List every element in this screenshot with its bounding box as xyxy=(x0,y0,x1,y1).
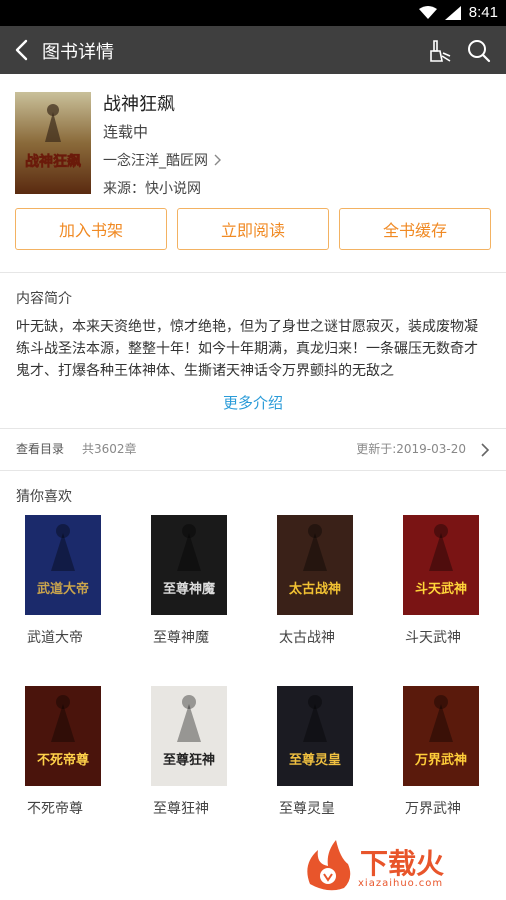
broom-clean-icon[interactable] xyxy=(428,38,454,64)
recommend-item[interactable]: 不死帝尊 不死帝尊 xyxy=(25,686,125,818)
recommend-cover-title: 万界武神 xyxy=(414,752,467,768)
wifi-icon xyxy=(418,5,437,19)
chevron-right-icon xyxy=(481,443,490,457)
add-to-shelf-label: 加入书架 xyxy=(58,221,123,240)
recommend-item[interactable]: 武道大帝 武道大帝 xyxy=(25,515,125,647)
page-title: 图书详情 xyxy=(42,42,114,63)
back-arrow-icon[interactable] xyxy=(10,37,34,63)
catalog-label: 查看目录 xyxy=(16,442,65,456)
recommend-cover-title: 太古战神 xyxy=(288,581,341,597)
read-now-button[interactable]: 立即阅读 xyxy=(177,208,329,250)
author-link[interactable]: 一念汪洋_酷匠网 xyxy=(103,150,222,170)
recommend-item[interactable]: 至尊灵皇 至尊灵皇 xyxy=(277,686,377,818)
recommend-book-name: 太古战神 xyxy=(279,630,335,646)
chapter-count: 共3602章 xyxy=(82,442,137,456)
recommend-cover[interactable]: 至尊神魔 xyxy=(151,515,227,615)
update-date: 更新于:2019-03-20 xyxy=(356,442,466,456)
recommend-cover[interactable]: 不死帝尊 xyxy=(25,686,101,786)
watermark-text: 下载火 xyxy=(360,847,445,880)
status-bar: 8:41 xyxy=(0,0,506,26)
recommend-book-name: 斗天武神 xyxy=(405,630,461,646)
recommend-cover-title: 至尊神魔 xyxy=(163,581,215,597)
recommend-book-name: 至尊神魔 xyxy=(153,630,209,646)
recommend-item[interactable]: 斗天武神 斗天武神 xyxy=(403,515,503,647)
book-title: 战神狂飙 xyxy=(103,94,175,115)
recommend-book-name: 武道大帝 xyxy=(27,630,83,646)
recommend-book-name: 至尊灵皇 xyxy=(279,801,335,817)
read-now-label: 立即阅读 xyxy=(220,221,285,240)
recommend-item[interactable]: 太古战神 太古战神 xyxy=(277,515,377,647)
recommend-book-name: 至尊狂神 xyxy=(153,801,209,817)
book-cover-title: 战神狂飙 xyxy=(25,153,81,170)
status-time: 8:41 xyxy=(468,4,498,21)
recommend-cover[interactable]: 至尊狂神 xyxy=(151,686,227,786)
intro-title: 内容简介 xyxy=(16,291,72,307)
recommend-item[interactable]: 至尊神魔 至尊神魔 xyxy=(151,515,251,647)
add-to-shelf-button[interactable]: 加入书架 xyxy=(15,208,167,250)
cache-all-label: 全书缓存 xyxy=(382,221,447,240)
book-source: 来源：快小说网 xyxy=(103,181,201,197)
recommend-title: 猜你喜欢 xyxy=(16,489,72,505)
signal-icon xyxy=(444,5,461,20)
divider xyxy=(0,470,506,471)
divider xyxy=(0,428,506,429)
recommend-cover-title: 不死帝尊 xyxy=(37,752,89,768)
search-icon[interactable] xyxy=(466,38,492,64)
recommend-cover[interactable]: 武道大帝 xyxy=(25,515,101,615)
recommend-book-name: 不死帝尊 xyxy=(27,801,83,817)
author-name: 一念汪洋_酷匠网 xyxy=(103,153,208,169)
recommend-cover-title: 至尊灵皇 xyxy=(289,752,341,768)
recommend-item[interactable]: 至尊狂神 至尊狂神 xyxy=(151,686,251,818)
divider xyxy=(0,272,506,273)
recommend-cover-title: 武道大帝 xyxy=(37,581,89,597)
book-cover[interactable]: 战神狂飙 xyxy=(15,92,91,194)
intro-text: 叶无缺，本来天资绝世，惊才绝艳，但为了身世之谜甘愿寂灭，装成废物凝练斗战圣法本源… xyxy=(16,319,478,379)
book-status: 连载中 xyxy=(103,123,149,141)
more-intro-link[interactable]: 更多介绍 xyxy=(0,392,506,413)
recommend-cover[interactable]: 至尊灵皇 xyxy=(277,686,353,786)
recommend-cover[interactable]: 斗天武神 xyxy=(403,515,479,615)
recommend-cover[interactable]: 太古战神 xyxy=(277,515,353,615)
watermark-url: xiazaihuo.com xyxy=(358,878,444,889)
chevron-right-icon xyxy=(214,154,221,166)
recommend-item[interactable]: 万界武神 万界武神 xyxy=(403,686,503,818)
recommend-cover-title: 至尊狂神 xyxy=(163,752,215,768)
recommend-cover[interactable]: 万界武神 xyxy=(403,686,479,786)
recommend-cover-title: 斗天武神 xyxy=(415,581,467,597)
recommend-book-name: 万界武神 xyxy=(405,801,461,817)
cache-all-button[interactable]: 全书缓存 xyxy=(339,208,491,250)
app-bar: 图书详情 xyxy=(0,26,506,74)
